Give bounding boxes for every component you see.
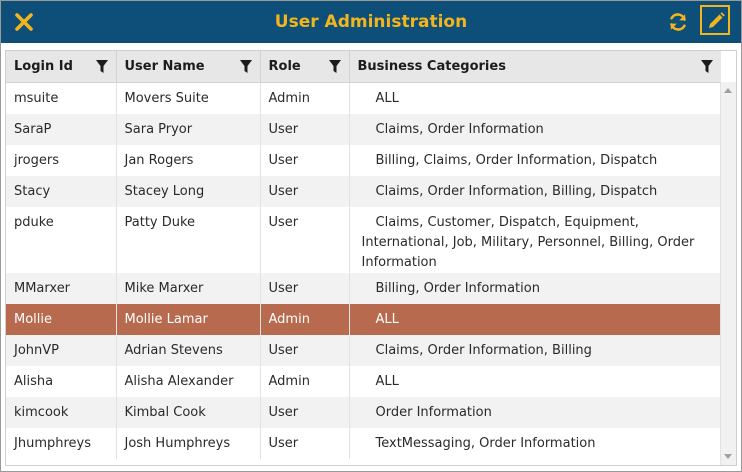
- user-name-cell: Mike Marxer: [116, 273, 261, 304]
- user-admin-window: User Administration Login Id User Name R…: [0, 0, 742, 472]
- filter-icon[interactable]: [95, 60, 108, 73]
- scroll-up-icon[interactable]: [724, 88, 732, 93]
- business-categories-cell: Claims, Order Information, Billing, Disp…: [349, 176, 721, 207]
- close-button[interactable]: [11, 9, 37, 35]
- role-cell: User: [260, 145, 350, 176]
- user-name-cell: Mollie Lamar: [116, 304, 261, 335]
- filter-icon[interactable]: [239, 60, 252, 73]
- table-row[interactable]: Stacy Stacey Long User Claims, Order Inf…: [6, 176, 721, 207]
- business-categories-cell: Claims, Order Information: [349, 114, 721, 145]
- login-id-cell: SaraP: [6, 114, 117, 145]
- role-cell: Admin: [260, 366, 350, 397]
- user-name-cell: Alisha Alexander: [116, 366, 261, 397]
- refresh-icon: [670, 13, 686, 31]
- users-table: Login Id User Name Role Business Categor…: [6, 51, 721, 459]
- business-categories-cell: TextMessaging, Order Information: [375, 436, 596, 451]
- refresh-button[interactable]: [666, 10, 690, 34]
- column-header-user-name[interactable]: User Name: [116, 51, 261, 83]
- role-cell: User: [260, 207, 350, 273]
- login-id-cell: Alisha: [6, 366, 117, 397]
- pencil-icon: [709, 12, 725, 28]
- login-id-cell: msuite: [6, 82, 117, 114]
- column-header-label: Login Id: [14, 59, 73, 74]
- role-cell: User: [260, 273, 350, 304]
- user-name-cell: Adrian Stevens: [116, 335, 261, 366]
- business-categories-cell: ALL: [375, 91, 399, 106]
- business-categories-cell: Claims, Order Information, Billing: [349, 335, 721, 366]
- login-id-cell: kimcook: [6, 397, 117, 428]
- table-row-selected[interactable]: Mollie Mollie Lamar Admin ALL: [6, 304, 721, 335]
- column-header-login-id[interactable]: Login Id: [6, 51, 117, 83]
- table-row[interactable]: msuite Movers Suite Admin ALL: [6, 82, 721, 114]
- business-categories-cell: Claims, Customer, Dispatch, Equipment, I…: [361, 215, 695, 270]
- login-id-cell: Jhumphreys: [6, 428, 117, 459]
- business-categories-cell: Billing, Order Information: [349, 273, 721, 304]
- user-name-cell: Movers Suite: [116, 82, 261, 114]
- window-title: User Administration: [274, 12, 468, 32]
- table-row[interactable]: kimcook Kimbal Cook User Order Informati…: [6, 397, 721, 428]
- column-header-business-categories[interactable]: Business Categories: [349, 51, 721, 83]
- user-name-cell: Sara Pryor: [116, 114, 261, 145]
- close-icon: [15, 13, 33, 31]
- column-header-label: Business Categories: [357, 59, 506, 74]
- column-header-label: User Name: [124, 59, 205, 74]
- edit-button[interactable]: [700, 5, 730, 35]
- table-row[interactable]: Jhumphreys Josh Humphreys User TextMessa…: [6, 428, 721, 459]
- user-name-cell: Kimbal Cook: [116, 397, 261, 428]
- user-name-cell: Stacey Long: [116, 176, 261, 207]
- table-row[interactable]: JohnVP Adrian Stevens User Claims, Order…: [6, 335, 721, 366]
- table-row[interactable]: Alisha Alisha Alexander Admin ALL: [6, 366, 721, 397]
- role-cell: User: [260, 397, 350, 428]
- login-id-cell: MMarxer: [6, 273, 117, 304]
- login-id-cell: pduke: [6, 207, 117, 273]
- login-id-cell: Stacy: [6, 176, 117, 207]
- column-header-role[interactable]: Role: [260, 51, 350, 83]
- users-grid: Login Id User Name Role Business Categor…: [5, 50, 737, 466]
- table-row[interactable]: pduke Patty Duke User Claims, Customer, …: [6, 207, 721, 273]
- role-cell: User: [260, 176, 350, 207]
- filter-icon[interactable]: [328, 60, 341, 73]
- table-header-row: Login Id User Name Role Business Categor…: [6, 51, 721, 83]
- title-bar: User Administration: [1, 1, 741, 43]
- business-categories-cell: Billing, Claims, Order Information, Disp…: [375, 153, 658, 168]
- role-cell: User: [260, 335, 350, 366]
- login-id-cell: JohnVP: [6, 335, 117, 366]
- scroll-down-icon[interactable]: [724, 454, 732, 459]
- business-categories-cell: ALL: [349, 304, 721, 335]
- business-categories-cell: Order Information: [349, 397, 721, 428]
- filter-icon[interactable]: [701, 60, 713, 73]
- login-id-cell: Mollie: [6, 304, 117, 335]
- column-header-label: Role: [268, 59, 301, 74]
- table-row[interactable]: jrogers Jan Rogers User Billing, Claims,…: [6, 145, 721, 176]
- business-categories-cell: ALL: [375, 374, 399, 389]
- user-name-cell: Patty Duke: [116, 207, 261, 273]
- user-name-cell: Jan Rogers: [116, 145, 261, 176]
- role-cell: Admin: [260, 82, 350, 114]
- role-cell: Admin: [260, 304, 350, 335]
- table-row[interactable]: MMarxer Mike Marxer User Billing, Order …: [6, 273, 721, 304]
- role-cell: User: [260, 428, 350, 459]
- role-cell: User: [260, 114, 350, 145]
- table-row[interactable]: SaraP Sara Pryor User Claims, Order Info…: [6, 114, 721, 145]
- user-name-cell: Josh Humphreys: [116, 428, 261, 459]
- login-id-cell: jrogers: [6, 145, 117, 176]
- vertical-scrollbar[interactable]: [720, 82, 736, 465]
